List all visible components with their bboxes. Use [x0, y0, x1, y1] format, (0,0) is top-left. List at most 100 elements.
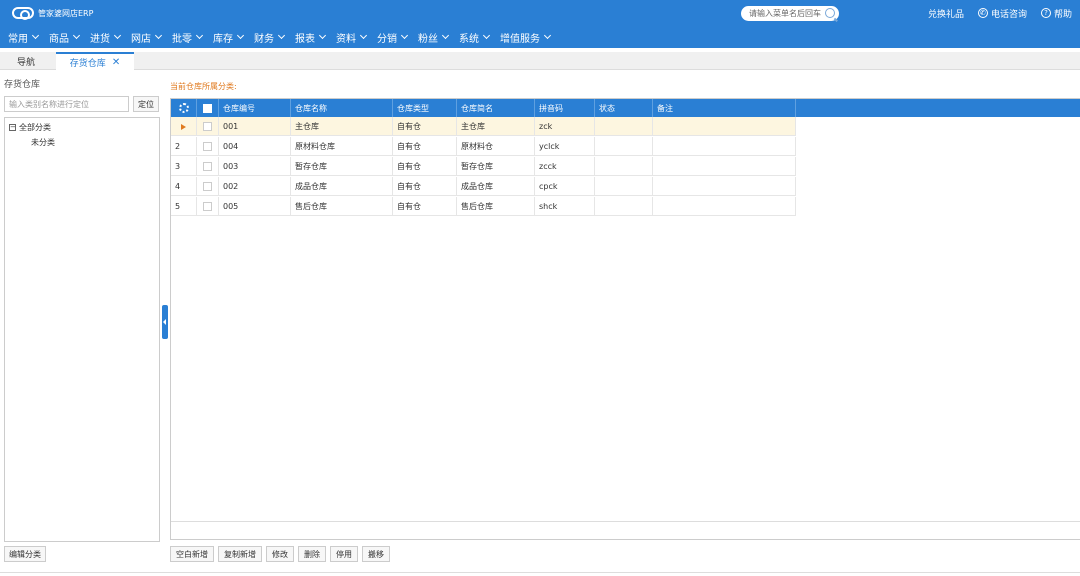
- tree-node-all[interactable]: − 全部分类: [9, 122, 51, 133]
- menu-label: 报表: [295, 33, 315, 45]
- row-checkbox-cell[interactable]: [197, 137, 219, 156]
- row-checkbox[interactable]: [203, 162, 212, 171]
- column-header-pinyin[interactable]: 拼音码: [535, 99, 595, 117]
- menu-label: 系统: [459, 33, 479, 45]
- cell-short-name: 原材料仓: [457, 137, 535, 156]
- cell-remark: [653, 137, 796, 156]
- tree-node-uncategorized[interactable]: 未分类: [31, 137, 55, 148]
- column-header-status[interactable]: 状态: [595, 99, 653, 117]
- menu-inventory[interactable]: 库存: [213, 30, 245, 45]
- select-all-checkbox[interactable]: [203, 103, 212, 113]
- menu-finance[interactable]: 财务: [254, 30, 286, 45]
- blank-add-button[interactable]: 空白新增: [170, 546, 214, 562]
- main-menu: 常用 商品 进货 网店 批零 库存 财务 报表 资料 分销 粉丝 系统 增值服务: [0, 28, 561, 46]
- menu-data[interactable]: 资料: [336, 30, 368, 45]
- help-link[interactable]: ? 帮助: [1040, 7, 1072, 20]
- top-header: 管家婆网店ERP 请输入菜单名后回车 兑换礼品 ✆ 电话咨询 ? 帮助 常用 商…: [0, 0, 1080, 48]
- cell-name: 成品仓库: [291, 177, 393, 196]
- row-checkbox-cell[interactable]: [197, 157, 219, 176]
- category-locate-input[interactable]: 输入类别名称进行定位: [4, 96, 129, 112]
- chevron-down-icon: [154, 31, 163, 40]
- table-row[interactable]: 4 002 成品仓库 自有仓 成品仓库 cpck: [171, 177, 796, 196]
- phone-icon: ✆: [977, 8, 988, 18]
- row-checkbox-cell[interactable]: [197, 177, 219, 196]
- grid-footer-divider: [171, 521, 1080, 522]
- row-checkbox[interactable]: [203, 142, 212, 151]
- copy-add-button[interactable]: 复制新增: [218, 546, 262, 562]
- chevron-down-icon: [72, 31, 81, 40]
- column-header-remark[interactable]: 备注: [653, 99, 796, 117]
- menu-fans[interactable]: 粉丝: [418, 30, 450, 45]
- row-checkbox[interactable]: [203, 202, 212, 211]
- cell-type: 自有仓: [393, 197, 457, 216]
- cell-type: 自有仓: [393, 157, 457, 176]
- menu-search-input[interactable]: 请输入菜单名后回车: [741, 6, 839, 21]
- chevron-down-icon: [31, 31, 40, 40]
- warehouse-grid: 仓库编号 仓库名称 仓库类型 仓库简名 拼音码 状态 备注 001 主仓库 自有…: [170, 98, 1080, 540]
- row-checkbox-cell[interactable]: [197, 117, 219, 136]
- column-header-name[interactable]: 仓库名称: [291, 99, 393, 117]
- redeem-gift-label: 兑换礼品: [927, 9, 964, 20]
- search-icon[interactable]: [825, 8, 835, 18]
- redeem-gift-link[interactable]: 兑换礼品: [928, 7, 964, 20]
- locate-button[interactable]: 定位: [133, 96, 159, 112]
- menu-wholesale-retail[interactable]: 批零: [172, 30, 204, 45]
- menu-label: 分销: [377, 33, 397, 45]
- menu-system[interactable]: 系统: [459, 30, 491, 45]
- row-checkbox[interactable]: [203, 182, 212, 191]
- edit-category-button[interactable]: 编辑分类: [4, 546, 46, 562]
- table-row[interactable]: 2 004 原材料仓库 自有仓 原材料仓 yclck: [171, 137, 796, 156]
- cell-status: [595, 157, 653, 176]
- phone-consult-link[interactable]: ✆ 电话咨询: [977, 7, 1027, 20]
- menu-label: 常用: [8, 33, 28, 45]
- column-settings[interactable]: [171, 99, 197, 117]
- row-pointer-icon: [181, 123, 186, 130]
- menu-distribution[interactable]: 分销: [377, 30, 409, 45]
- menu-online-store[interactable]: 网店: [131, 30, 163, 45]
- close-icon[interactable]: ✕: [112, 57, 120, 68]
- cell-name: 暂存仓库: [291, 157, 393, 176]
- cell-pinyin: shck: [535, 197, 595, 216]
- menu-label: 财务: [254, 33, 274, 45]
- tab-stock-warehouse[interactable]: 存货仓库 ✕: [56, 52, 134, 70]
- table-row[interactable]: 5 005 售后仓库 自有仓 售后仓库 shck: [171, 197, 796, 216]
- menu-value-added[interactable]: 增值服务: [500, 30, 552, 45]
- tab-label: 存货仓库: [69, 58, 106, 69]
- cell-row-number: 2: [171, 137, 197, 156]
- cell-remark: [653, 157, 796, 176]
- select-all-checkbox-cell[interactable]: [197, 99, 219, 117]
- menu-common[interactable]: 常用: [8, 30, 40, 45]
- row-checkbox-cell[interactable]: [197, 197, 219, 216]
- cell-remark: [653, 197, 796, 216]
- cell-row-number: 5: [171, 197, 197, 216]
- menu-purchase[interactable]: 进货: [90, 30, 122, 45]
- column-header-code[interactable]: 仓库编号: [219, 99, 291, 117]
- edit-button[interactable]: 修改: [266, 546, 294, 562]
- chevron-down-icon: [482, 31, 491, 40]
- table-row[interactable]: 3 003 暂存仓库 自有仓 暂存仓库 zcck: [171, 157, 796, 176]
- cell-type: 自有仓: [393, 177, 457, 196]
- column-header-type[interactable]: 仓库类型: [393, 99, 457, 117]
- cell-status: [595, 197, 653, 216]
- search-placeholder: 请输入菜单名后回车: [749, 9, 821, 18]
- tree-node-label: 全部分类: [19, 123, 51, 132]
- table-row[interactable]: 001 主仓库 自有仓 主仓库 zck: [171, 117, 796, 136]
- chevron-down-icon: [195, 31, 204, 40]
- row-checkbox[interactable]: [203, 122, 212, 131]
- delete-button[interactable]: 删除: [298, 546, 326, 562]
- tab-navigation[interactable]: 导航: [0, 52, 52, 70]
- cell-short-name: 主仓库: [457, 117, 535, 136]
- column-header-short-name[interactable]: 仓库简名: [457, 99, 535, 117]
- disable-button[interactable]: 停用: [330, 546, 358, 562]
- panel-collapse-handle[interactable]: [162, 305, 168, 339]
- move-button[interactable]: 搬移: [362, 546, 390, 562]
- menu-goods[interactable]: 商品: [49, 30, 81, 45]
- cell-name: 售后仓库: [291, 197, 393, 216]
- chevron-down-icon: [400, 31, 409, 40]
- menu-label: 网店: [131, 33, 151, 45]
- collapse-minus-icon[interactable]: −: [9, 124, 16, 131]
- menu-reports[interactable]: 报表: [295, 30, 327, 45]
- app-logo[interactable]: 管家婆网店ERP: [12, 6, 93, 20]
- gear-icon: [178, 103, 189, 113]
- cell-name: 主仓库: [291, 117, 393, 136]
